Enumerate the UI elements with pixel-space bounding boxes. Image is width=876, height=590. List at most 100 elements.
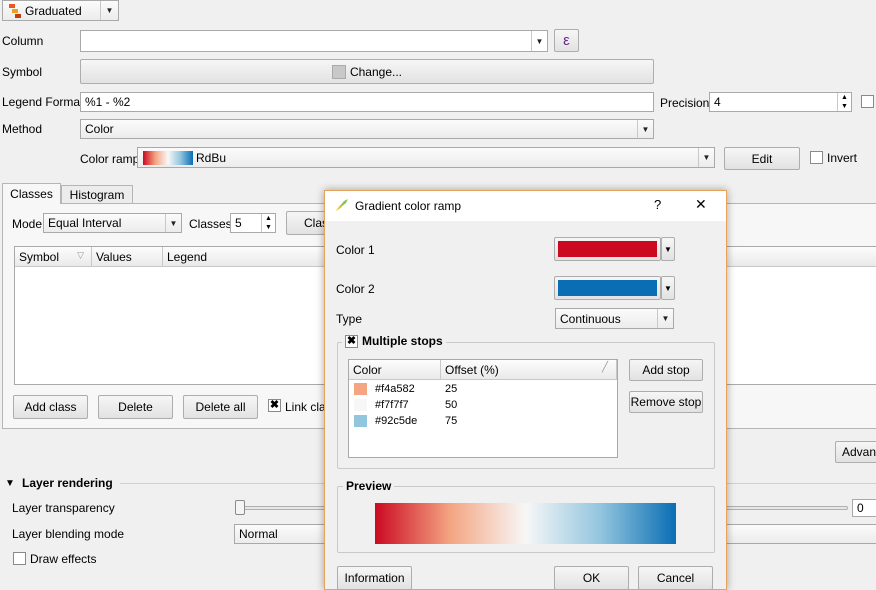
color1-swatch [558, 241, 657, 257]
information-button[interactable]: Information [337, 566, 412, 590]
chevron-down-icon: ▼ [698, 148, 714, 167]
dialog-titlebar[interactable]: Gradient color ramp ? ✕ [325, 191, 726, 221]
epsilon-icon: ε [563, 32, 570, 49]
stop-offset-value: 50 [445, 399, 458, 411]
color2-swatch [558, 280, 657, 296]
transparency-label: Layer transparency [12, 501, 115, 515]
edit-label: Edit [751, 151, 773, 166]
expression-button[interactable]: ε [554, 29, 579, 52]
mode-label: Mode [12, 217, 43, 231]
sort-indicator-icon: ╱ [601, 362, 608, 373]
spin-arrows-icon: ▲ ▼ [837, 93, 851, 111]
stop-offset-value: 25 [445, 383, 458, 395]
draw-effects-checkbox[interactable] [13, 552, 26, 565]
blending-value: Normal [239, 527, 278, 541]
stops-color-header-label: Color [353, 362, 382, 377]
stops-header-color[interactable]: Color [349, 360, 441, 380]
delete-label: Delete [118, 400, 153, 414]
color1-button[interactable] [554, 237, 661, 261]
ok-button[interactable]: OK [554, 566, 629, 590]
color2-menu-button[interactable]: ▼ [661, 276, 675, 300]
sort-indicator-icon: ▽ [77, 250, 84, 260]
delete-all-button[interactable]: Delete all [183, 395, 258, 419]
qgis-icon [335, 198, 349, 212]
mode-select[interactable]: Equal Interval ▼ [43, 213, 182, 233]
graduated-icon [9, 4, 21, 18]
chevron-down-icon: ▼ [165, 214, 181, 232]
gradient-preview [375, 503, 676, 544]
ok-label: OK [582, 571, 601, 585]
stop-color-label: #f4a582 [375, 383, 415, 395]
stop-row[interactable]: #f4a582 25 [349, 381, 617, 397]
multiple-stops-label: Multiple stops [362, 334, 443, 348]
legend-format-value: %1 - %2 [85, 95, 131, 109]
link-class-checkbox[interactable]: ✖ [268, 399, 281, 412]
color1-menu-button[interactable]: ▼ [661, 237, 675, 261]
stops-header-offset[interactable]: Offset (%) ╱ [441, 360, 617, 380]
stop-row[interactable]: #f7f7f7 50 [349, 397, 617, 413]
invert-checkbox[interactable] [810, 151, 823, 164]
color2-label: Color 2 [336, 282, 375, 296]
method-select[interactable]: Color ▼ [80, 119, 654, 139]
add-class-button[interactable]: Add class [13, 395, 88, 419]
color2-button[interactable] [554, 276, 661, 300]
color-ramp-select[interactable]: RdBu ▼ [137, 147, 715, 168]
symbol-change-button[interactable]: Change... [80, 59, 654, 84]
delete-all-label: Delete all [195, 400, 246, 414]
column-header-symbol[interactable]: Symbol ▽ [15, 247, 92, 267]
symbol-preview-icon [331, 64, 346, 79]
stop-swatch [354, 415, 367, 427]
chevron-down-icon: ▼ [531, 31, 547, 51]
ramp-swatch-icon [143, 151, 193, 165]
gradient-color-ramp-dialog: Gradient color ramp ? ✕ Color 1 ▼ Color … [324, 190, 727, 590]
stop-swatch [354, 399, 367, 411]
stop-swatch [354, 383, 367, 395]
remove-stop-button[interactable]: Remove stop [629, 391, 703, 413]
transparency-slider-handle[interactable] [235, 500, 245, 515]
multiple-stops-checkbox[interactable]: ✖ [345, 334, 358, 348]
delete-button[interactable]: Delete [98, 395, 173, 419]
stop-color-label: #92c5de [375, 415, 418, 427]
chevron-down-icon: ▼ [100, 1, 118, 20]
advanced-button[interactable]: Advan [835, 441, 876, 463]
transparency-value: 0 [857, 501, 864, 515]
type-select[interactable]: Continuous ▼ [555, 308, 674, 329]
transparency-spinbox[interactable]: 0 [852, 499, 876, 517]
symbol-header-label: Symbol [19, 249, 60, 264]
renderer-label: Graduated [25, 3, 82, 18]
stops-table[interactable]: Color Offset (%) ╱ #f4a582 25 #f7f7f7 50 #92… [348, 359, 618, 458]
color-ramp-label: Color ramp [80, 152, 140, 166]
blending-label: Layer blending mode [12, 527, 125, 541]
collapse-triangle-icon[interactable]: ▼ [5, 478, 15, 489]
values-header-label: Values [96, 249, 132, 264]
close-icon[interactable]: ✕ [695, 196, 707, 213]
tab-classes[interactable]: Classes [2, 183, 61, 204]
color-ramp-value: RdBu [196, 150, 227, 165]
help-icon[interactable]: ? [654, 197, 661, 212]
classes-label: Classes [189, 217, 232, 231]
tab-histogram[interactable]: Histogram [61, 185, 133, 204]
renderer-select[interactable]: Graduated ▼ [2, 0, 119, 21]
remove-stop-label: Remove stop [630, 395, 702, 409]
change-label: Change... [349, 64, 403, 79]
add-class-label: Add class [24, 400, 77, 414]
classes-value: 5 [235, 216, 242, 230]
chevron-down-icon: ▼ [657, 309, 673, 328]
column-header-values[interactable]: Values [92, 247, 163, 267]
information-label: Information [344, 571, 405, 585]
legend-header-label: Legend [167, 249, 208, 264]
invert-label: Invert [827, 151, 858, 165]
add-stop-button[interactable]: Add stop [629, 359, 703, 381]
legend-format-label: Legend Format [2, 95, 84, 109]
stops-offset-header-label: Offset (%) [445, 362, 499, 377]
stop-row[interactable]: #92c5de 75 [349, 413, 617, 429]
precision-trim-checkbox[interactable] [861, 95, 874, 108]
column-select[interactable]: ▼ [80, 30, 548, 52]
ramp-edit-button[interactable]: Edit [724, 147, 800, 170]
color1-label: Color 1 [336, 243, 375, 257]
type-label: Type [336, 312, 363, 326]
legend-format-input[interactable]: %1 - %2 [80, 92, 654, 112]
cancel-button[interactable]: Cancel [638, 566, 713, 590]
classes-spinbox[interactable]: 5 ▲ ▼ [230, 213, 276, 233]
precision-spinbox[interactable]: 4 ▲ ▼ [709, 92, 852, 112]
